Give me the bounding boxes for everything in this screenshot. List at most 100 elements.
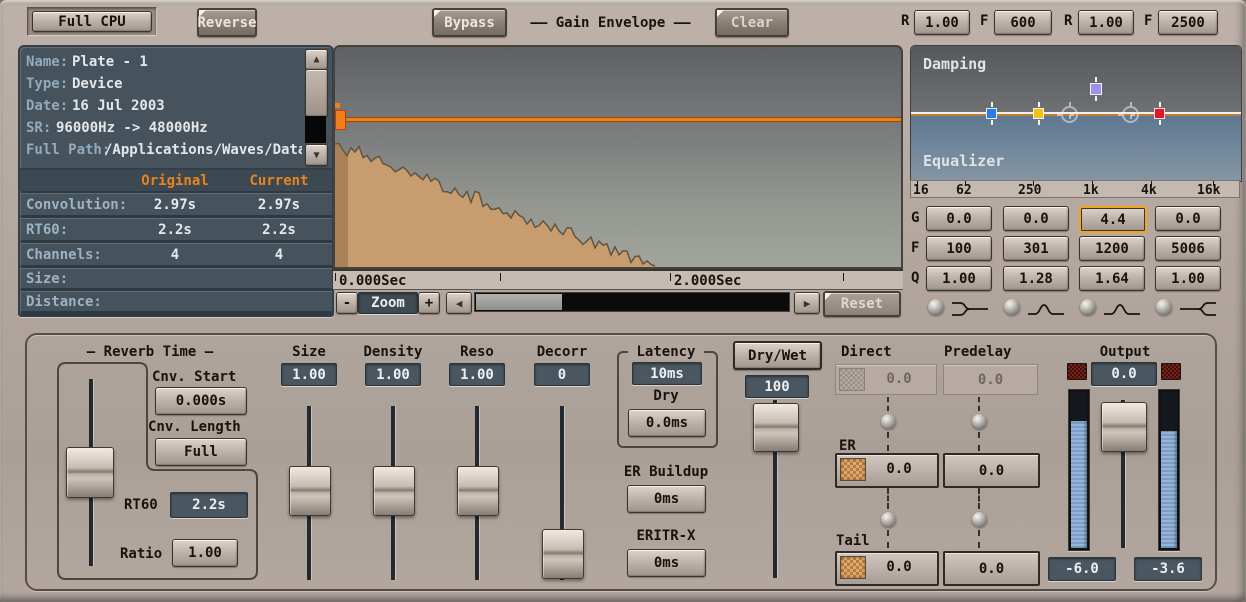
eq-band4-ring-marker[interactable]	[1122, 106, 1139, 123]
direct-on-toggle[interactable]	[839, 368, 865, 391]
density-slider-thumb[interactable]	[373, 466, 415, 516]
size-slider-thumb[interactable]	[289, 466, 331, 516]
envelope-start-handle[interactable]	[335, 110, 346, 130]
direct-gain-field[interactable]: 0.0	[835, 364, 937, 395]
dry-wet-slider-thumb[interactable]	[753, 403, 799, 452]
stats-col-original: Original	[130, 173, 220, 189]
zoom-in-button[interactable]: +	[418, 292, 440, 314]
direct-tail-routing-knob[interactable]	[881, 512, 896, 527]
field-value: 1.64	[1095, 271, 1129, 287]
eq-band1-led[interactable]	[928, 299, 944, 315]
stats-row-channels: Channels: 4 4	[20, 243, 332, 265]
eq-band4-freq-field[interactable]: 5006	[1155, 236, 1221, 261]
rt60-ratio-label-1: R	[901, 13, 909, 29]
cnv-start-field[interactable]: 0.000s	[155, 387, 247, 415]
eq-band2-gain-field[interactable]: 0.0	[1003, 206, 1069, 231]
tail-predelay-field[interactable]: 0.0	[943, 551, 1040, 586]
eq-band1-marker[interactable]	[986, 108, 997, 119]
freq-field-1[interactable]: 600	[994, 10, 1052, 35]
eq-band3-gain-field-selected[interactable]: 4.4	[1079, 206, 1147, 233]
rt60-ratio-field-2[interactable]: 1.00	[1078, 10, 1134, 35]
size-value-field[interactable]: 1.00	[281, 363, 337, 386]
eq-band2-led[interactable]	[1004, 299, 1020, 315]
eq-band2-freq-field[interactable]: 301	[1003, 236, 1069, 261]
field-value: 4.4	[1100, 212, 1125, 228]
eq-band3-marker[interactable]	[1061, 106, 1078, 123]
left-clip-led[interactable]	[1067, 363, 1087, 380]
output-slider-thumb[interactable]	[1101, 402, 1147, 452]
right-output-meter	[1158, 389, 1180, 551]
bypass-button[interactable]: Bypass	[432, 8, 507, 37]
tail-gain-field[interactable]: 0.0	[835, 551, 939, 586]
scroll-left-button[interactable]: ◀	[446, 292, 472, 314]
gain-envelope-line[interactable]	[335, 117, 901, 122]
field-value: 0ms	[654, 555, 679, 571]
damping-band3-marker[interactable]	[1090, 83, 1102, 95]
dry-wet-value-field[interactable]: 100	[745, 375, 809, 398]
eq-band3-q-field[interactable]: 1.64	[1079, 266, 1145, 291]
decorr-slider-thumb[interactable]	[542, 529, 584, 579]
ratio-field[interactable]: 1.00	[172, 539, 238, 567]
freq-label-250: 250	[1018, 183, 1041, 198]
scroll-up-button[interactable]: ▲	[305, 49, 328, 70]
field-value: 1.00	[925, 15, 959, 31]
decorr-value-field[interactable]: 0	[534, 363, 590, 386]
density-value-field[interactable]: 1.00	[365, 363, 421, 386]
scroll-right-button[interactable]: ▶	[794, 292, 820, 314]
eq-gain-row-label: G	[911, 210, 919, 226]
envelope-scroll-track[interactable]	[474, 292, 790, 312]
time-tick	[843, 273, 844, 281]
eq-band1-gain-field[interactable]: 0.0	[926, 206, 992, 231]
er-buildup-field[interactable]: 0ms	[627, 485, 706, 513]
zoom-out-button[interactable]: -	[336, 292, 358, 314]
dry-wet-button[interactable]: Dry/Wet	[733, 341, 822, 370]
freq-field-2[interactable]: 2500	[1158, 10, 1218, 35]
reset-button[interactable]: Reset	[823, 291, 901, 317]
predelay-tail-routing-knob[interactable]	[972, 512, 987, 527]
predelay-er-routing-knob[interactable]	[972, 414, 987, 429]
scroll-down-button[interactable]: ▼	[305, 144, 328, 166]
er-predelay-field[interactable]: 0.0	[943, 453, 1040, 488]
reso-slider-thumb[interactable]	[457, 466, 499, 516]
cnv-length-button[interactable]: Full	[155, 438, 247, 466]
eq-band2-q-field[interactable]: 1.28	[1003, 266, 1069, 291]
eq-band4-marker[interactable]	[1154, 108, 1165, 119]
stats-row-rt60: RT60: 2.2s 2.2s	[20, 218, 332, 240]
output-gain-field[interactable]: 0.0	[1091, 362, 1157, 386]
scrollbar-thumb[interactable]	[305, 69, 328, 117]
tail-on-toggle[interactable]	[840, 556, 866, 579]
field-value: 10ms	[650, 366, 684, 382]
info-type-label: Type:	[26, 76, 68, 92]
er-on-toggle[interactable]	[840, 458, 866, 481]
routing-connector	[887, 488, 889, 509]
direct-er-routing-knob[interactable]	[881, 414, 896, 429]
button-fold-decoration	[717, 10, 724, 17]
reverse-button[interactable]: Reverse	[197, 8, 257, 37]
envelope-scroll-thumb[interactable]	[476, 294, 562, 310]
eq-band1-q-field[interactable]: 1.00	[926, 266, 992, 291]
eq-freq-row-label: F	[911, 240, 919, 256]
er-gain-field[interactable]: 0.0	[835, 453, 939, 488]
dry-latency-field[interactable]: 0.0ms	[628, 409, 706, 437]
latency-value-field[interactable]: 10ms	[632, 362, 702, 385]
reso-value-field[interactable]: 1.00	[449, 363, 505, 386]
field-value: 0	[558, 367, 566, 383]
envelope-node-dot[interactable]	[335, 103, 340, 108]
eq-band1-freq-field[interactable]: 100	[926, 236, 992, 261]
eq-band2-marker[interactable]	[1033, 108, 1044, 119]
eq-band4-q-field[interactable]: 1.00	[1155, 266, 1221, 291]
right-clip-led[interactable]	[1161, 363, 1181, 380]
rt60-ratio-field-1[interactable]: 1.00	[914, 10, 970, 35]
direct-predelay-field[interactable]: 0.0	[943, 364, 1038, 395]
scrollbar-track[interactable]	[305, 116, 326, 143]
reverb-time-slider-thumb[interactable]	[66, 447, 114, 498]
eq-band3-led[interactable]	[1080, 299, 1096, 315]
full-cpu-button[interactable]: Full CPU	[32, 11, 152, 32]
eq-band3-freq-field[interactable]: 1200	[1079, 236, 1145, 261]
eq-band4-led[interactable]	[1156, 299, 1172, 315]
field-value: 1.00	[460, 367, 494, 383]
eritrx-field[interactable]: 0ms	[627, 549, 706, 577]
clear-button[interactable]: Clear	[715, 8, 789, 37]
eq-band4-gain-field[interactable]: 0.0	[1155, 206, 1221, 231]
rt60-value-field[interactable]: 2.2s	[170, 492, 248, 518]
